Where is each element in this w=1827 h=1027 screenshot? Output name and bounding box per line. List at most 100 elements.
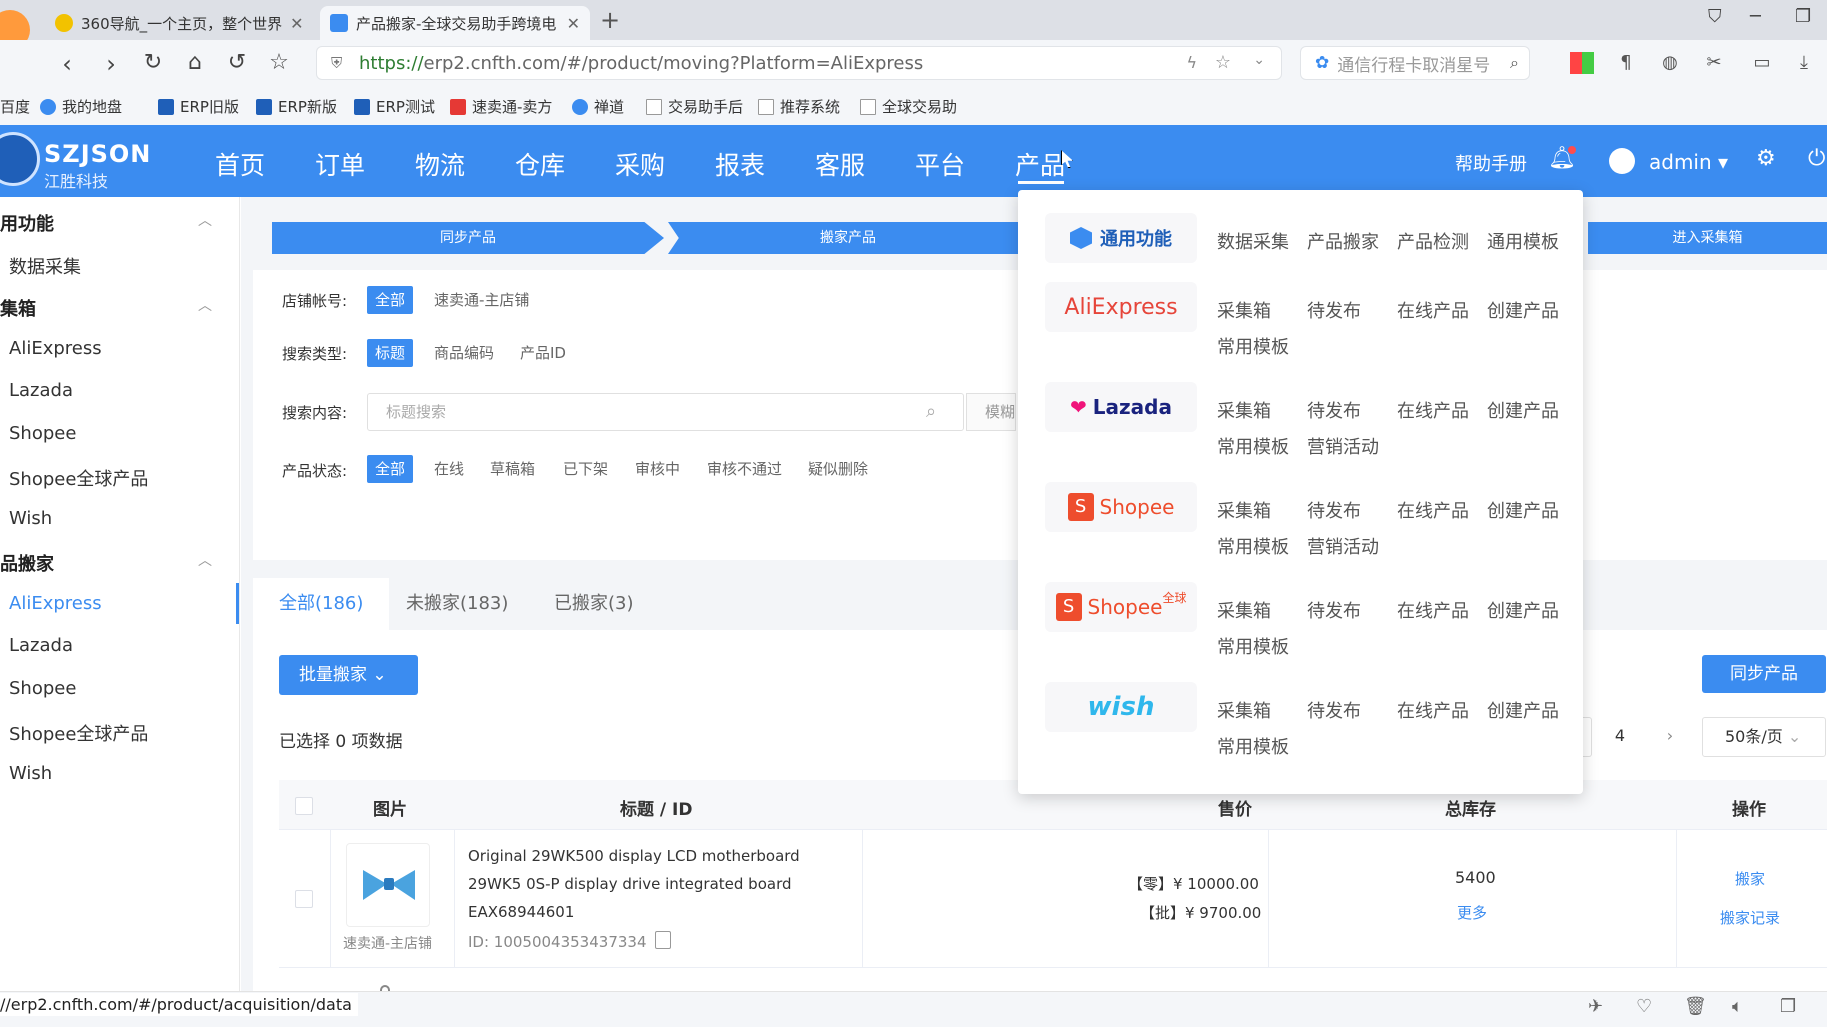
browser-search-box[interactable]: ✿ 通信行程卡取消星号 ⌕ [1300,46,1530,80]
dropdown-link-marketing[interactable]: 营销活动 [1307,433,1379,459]
dropdown-link-online[interactable]: 在线产品 [1397,697,1469,723]
dropdown-link-templates[interactable]: 常用模板 [1217,633,1289,659]
sidebar-item-shopee-moving[interactable]: Shopee [9,678,76,699]
fuzzy-select[interactable]: 模糊 [966,393,1016,431]
sidebar-group-common[interactable]: 用功能 [0,210,54,236]
bookmark-star-icon[interactable]: ☆ [264,50,294,75]
bookmark-item[interactable]: 速卖通-卖方 [450,96,552,117]
app-logo[interactable]: SZJSON 江胜科技 [0,128,160,192]
nav-warehouse[interactable]: 仓库 [515,146,565,182]
sidebar-item-shopee-global[interactable]: Shopee全球产品 [9,465,148,491]
next-page-icon[interactable]: › [1650,717,1690,757]
search-icon[interactable]: ⌕ [1510,53,1519,73]
globe-icon[interactable]: ◍ [1658,52,1682,74]
dropdown-link-collect-box[interactable]: 采集箱 [1217,397,1271,423]
dropdown-link-pending[interactable]: 待发布 [1307,397,1361,423]
chevron-down-icon[interactable]: ⌄ [1253,52,1265,68]
dropdown-link-common-template[interactable]: 通用模板 [1487,228,1559,254]
new-tab-button[interactable]: + [600,6,620,34]
sidebar-item-lazada-moving[interactable]: Lazada [9,635,73,656]
page-size-select[interactable]: 50条/页 ⌄ [1702,717,1826,757]
bookmark-item[interactable]: ERP旧版 [158,96,239,117]
dropdown-link-create[interactable]: 创建产品 [1487,497,1559,523]
dropdown-link-pending[interactable]: 待发布 [1307,297,1361,323]
user-avatar-icon[interactable] [1609,148,1635,174]
dropdown-link-templates[interactable]: 常用模板 [1217,433,1289,459]
nav-orders[interactable]: 订单 [315,146,365,182]
bookmark-item[interactable]: ERP测试 [354,96,435,117]
dropdown-link-collect-box[interactable]: 采集箱 [1217,297,1271,323]
select-all-checkbox[interactable] [295,797,313,815]
store-option-main[interactable]: 速卖通-主店铺 [434,286,529,314]
user-menu[interactable]: admin ▾ [1649,150,1728,174]
dropdown-link-pending[interactable]: 待发布 [1307,497,1361,523]
dropdown-link-product-move[interactable]: 产品搬家 [1307,228,1379,254]
sidebar-group-collect-box[interactable]: 集箱 [0,295,36,321]
battery-icon[interactable]: ▭ [1750,52,1774,74]
dropdown-link-online[interactable]: 在线产品 [1397,497,1469,523]
row-move-record-link[interactable]: 搬家记录 [1720,907,1780,928]
sidebar-item-aliexpress-moving[interactable]: AliExpress [9,593,102,614]
site-info-icon[interactable]: ⛨ [331,54,342,72]
browser-tab-active[interactable]: 产品搬家-全球交易助手跨境电 ✕ [320,6,590,40]
sidebar-item-aliexpress[interactable]: AliExpress [9,338,102,359]
restore-icon[interactable]: ❐ [1795,6,1811,27]
dropdown-link-online[interactable]: 在线产品 [1397,297,1469,323]
batch-move-button[interactable]: 批量搬家 ⌄ [279,655,418,695]
sidebar-item-wish[interactable]: Wish [9,508,52,529]
nav-logistics[interactable]: 物流 [415,146,465,182]
status-option-draft[interactable]: 草稿箱 [490,455,535,483]
bookmark-item[interactable]: 全球交易助 [860,96,957,117]
sidebar-item-shopee[interactable]: Shopee [9,423,76,444]
dropdown-link-collect-box[interactable]: 采集箱 [1217,697,1271,723]
status-option-offline[interactable]: 已下架 [563,455,608,483]
dropdown-link-online[interactable]: 在线产品 [1397,597,1469,623]
status-option-reviewing[interactable]: 审核中 [635,455,680,483]
row-move-link[interactable]: 搬家 [1735,868,1765,889]
copy-icon[interactable] [655,931,671,949]
rocket-icon[interactable]: ✈ [1588,996,1603,1017]
step-enter-collect-box[interactable]: 进入采集箱 [1588,222,1827,254]
chevron-up-icon[interactable]: ︿ [198,210,212,230]
sync-products-button[interactable]: 同步产品 [1702,655,1826,693]
store-option-all[interactable]: 全部 [367,286,414,314]
search-input[interactable]: 标题搜索 [367,393,964,431]
health-icon[interactable]: ♡ [1636,996,1652,1017]
back-icon[interactable]: ‹ [52,50,82,78]
dropdown-link-online[interactable]: 在线产品 [1397,397,1469,423]
bookmark-item[interactable]: 禅道 [572,96,624,117]
address-bar[interactable]: ⛨ https://erp2.cnfth.com/#/product/movin… [316,46,1282,80]
sidebar-item-shopee-global-moving[interactable]: Shopee全球产品 [9,720,148,746]
search-icon[interactable]: ⌕ [926,401,936,422]
lightning-icon[interactable]: ϟ [1186,53,1197,72]
status-option-rejected[interactable]: 审核不通过 [707,455,782,483]
nav-reports[interactable]: 报表 [715,146,765,182]
product-thumbnail[interactable] [346,843,430,927]
dropdown-link-create[interactable]: 创建产品 [1487,297,1559,323]
dropdown-link-create[interactable]: 创建产品 [1487,597,1559,623]
chevron-up-icon[interactable]: ︿ [198,550,212,570]
step-sync-products[interactable]: 同步产品 [272,222,664,254]
dropdown-link-product-check[interactable]: 产品检测 [1397,228,1469,254]
download-icon[interactable]: ⤓ [1792,52,1816,74]
dropdown-link-create[interactable]: 创建产品 [1487,697,1559,723]
gear-icon[interactable]: ⚙ [1756,146,1776,171]
dropdown-link-data-collect[interactable]: 数据采集 [1217,228,1289,254]
bookmark-item[interactable]: ERP新版 [256,96,337,117]
browser-tab[interactable]: 360导航_一个主页，整个世界 ✕ [45,6,310,40]
bookmark-item[interactable]: 百度 [0,96,30,117]
status-option-online[interactable]: 在线 [434,455,464,483]
dropdown-link-pending[interactable]: 待发布 [1307,597,1361,623]
bookmark-item[interactable]: 我的地盘 [40,96,122,117]
speaker-icon[interactable]: 🔈︎ [1732,996,1743,1017]
sidebar-item-lazada[interactable]: Lazada [9,380,73,401]
scissors-icon[interactable]: ✂ [1702,52,1726,74]
bookmark-item[interactable]: 推荐系统 [758,96,840,117]
row-more-link[interactable]: 更多 [1457,902,1487,923]
reload-icon[interactable]: ↻ [138,50,168,75]
status-option-deleted[interactable]: 疑似删除 [808,455,868,483]
sidebar-item-wish-moving[interactable]: Wish [9,763,52,784]
row-title[interactable]: Original 29WK500 display LCD motherboard… [468,842,854,926]
bookmark-item[interactable]: 交易助手后 [646,96,743,117]
tab-moved[interactable]: 已搬家(3) [528,578,660,630]
